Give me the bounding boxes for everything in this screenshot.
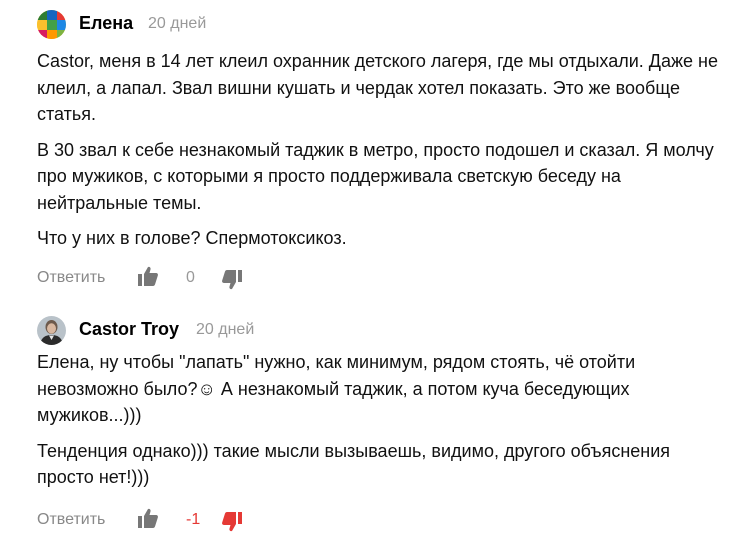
comment-paragraph: Тенденция однако))) такие мысли вызываеш… (37, 440, 671, 488)
vote-score: -1 (186, 511, 201, 528)
comment-author[interactable]: Castor Troy (79, 319, 179, 340)
reply-button[interactable]: Ответить (37, 269, 105, 287)
colorful-mosaic-avatar-icon (37, 10, 66, 39)
comment-paragraph: В 30 звал к себе незнакомый таджик в мет… (37, 139, 714, 213)
avatar[interactable] (37, 10, 66, 39)
comment-time: 20 дней (148, 15, 207, 32)
comment-time: 20 дней (196, 321, 255, 338)
comment-paragraph: Что у них в голове? Спермотоксикоз. (37, 228, 347, 248)
comment-author[interactable]: Елена (79, 13, 133, 34)
reply-button[interactable]: Ответить (37, 511, 105, 529)
comment: Castor Troy 20 дней Елена, ну чтобы "лап… (0, 308, 737, 538)
comment-paragraph: Castor, меня в 14 лет клеил охранник дет… (37, 51, 718, 124)
avatar[interactable] (37, 316, 66, 345)
thumbs-up-icon[interactable] (137, 265, 159, 287)
thumbs-down-icon[interactable] (221, 511, 243, 533)
person-photo-avatar-icon (37, 316, 66, 345)
comment: Елена 20 дней Castor, меня в 14 лет клеи… (0, 0, 737, 300)
comment-actions: Ответить -1 (37, 507, 337, 533)
comment-actions: Ответить 0 (37, 265, 337, 291)
thumbs-down-icon[interactable] (221, 269, 243, 291)
comment-paragraph: Елена, ну чтобы "лапать" нужно, как мини… (37, 352, 636, 425)
comment-body: Елена, ну чтобы "лапать" нужно, как мини… (37, 349, 727, 500)
thumbs-up-icon[interactable] (137, 507, 159, 529)
vote-score: 0 (186, 269, 195, 286)
comment-body: Castor, меня в 14 лет клеил охранник дет… (37, 48, 727, 261)
